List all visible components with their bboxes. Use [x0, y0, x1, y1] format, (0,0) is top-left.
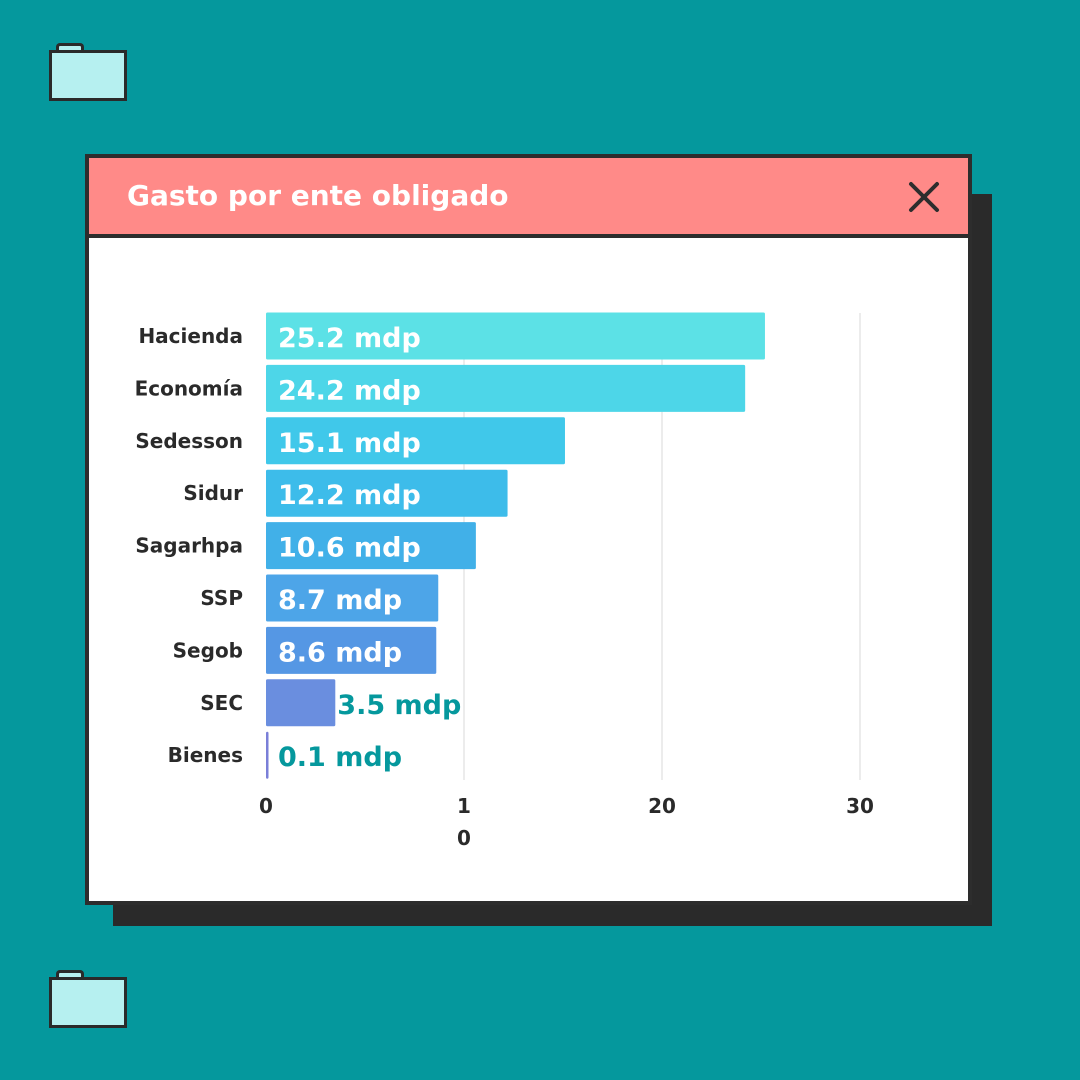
bar [266, 679, 336, 727]
category-label: Bienes [168, 743, 243, 767]
bar [266, 731, 269, 779]
chart-window: Gasto por ente obligado Hacienda 25.2 mdp… [85, 154, 972, 905]
folder-body [49, 977, 127, 1028]
category-label: Economía [135, 376, 243, 400]
data-label: 15.1 mdp [278, 428, 421, 459]
category-label: Hacienda [138, 324, 243, 348]
data-label: 10.6 mdp [278, 533, 421, 564]
bar-chart: Hacienda 25.2 mdp Economía 24.2 mdp Sedesson… [135, 312, 874, 850]
folder-body [49, 50, 127, 101]
data-label: 8.7 mdp [278, 585, 402, 616]
category-label: SSP [200, 586, 243, 610]
category-label: Sidur [183, 481, 243, 505]
data-label: 24.2 mdp [278, 375, 421, 406]
category-label: Segob [173, 638, 243, 662]
data-label: 3.5 mdp [337, 690, 461, 721]
folder-icon [49, 43, 127, 101]
data-label: 12.2 mdp [278, 480, 421, 511]
data-label: 8.6 mdp [278, 637, 402, 668]
category-label: Sedesson [135, 429, 243, 453]
x-tick-label: 0 [259, 794, 273, 818]
folder-icon [49, 970, 127, 1028]
x-tick-label: 20 [648, 794, 676, 818]
data-label: 0.1 mdp [278, 742, 402, 773]
category-label: Sagarhpa [135, 534, 243, 558]
x-tick-label: 10 [457, 794, 471, 850]
x-tick-label: 30 [846, 794, 874, 818]
data-label: 25.2 mdp [278, 323, 421, 354]
category-label: SEC [200, 691, 243, 715]
